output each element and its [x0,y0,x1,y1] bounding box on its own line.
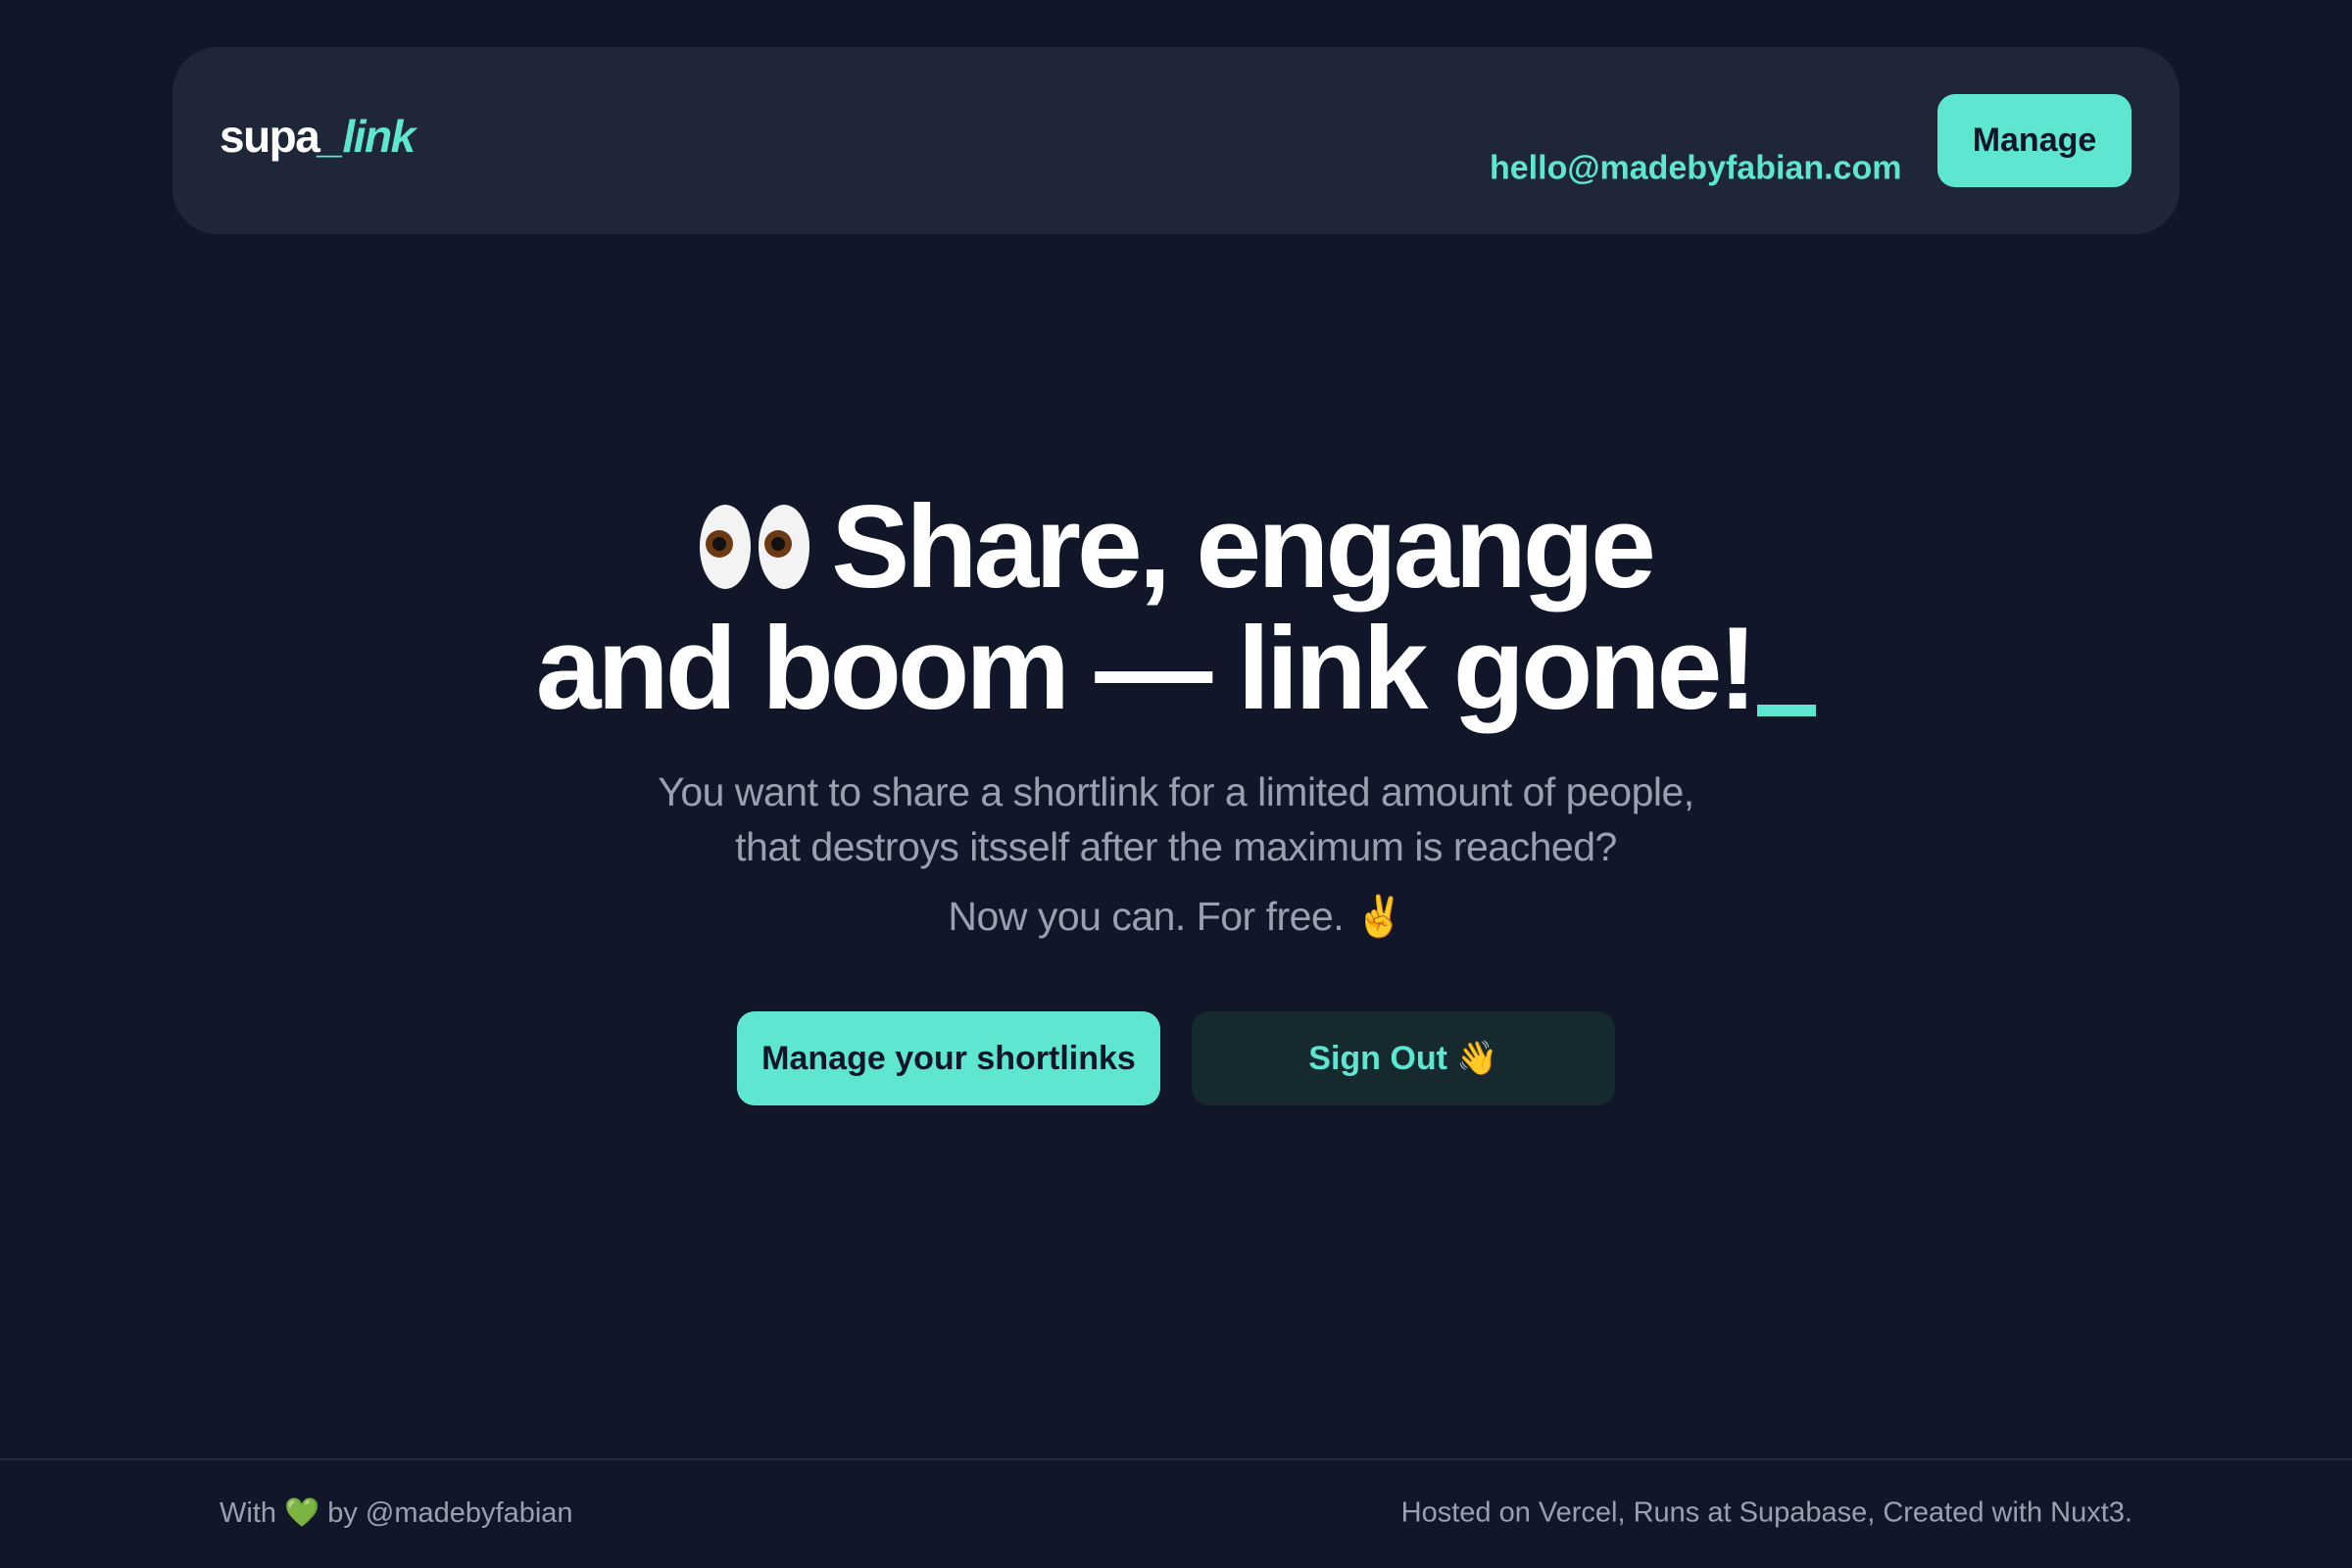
cursor-underscore [1757,705,1817,716]
footer-credit-prefix: With [220,1497,276,1529]
footer-credit: With 💚 by @madebyfabian [220,1496,573,1530]
sign-out-button[interactable]: Sign Out 👋 [1192,1011,1615,1105]
footer-credit-author[interactable]: by @madebyfabian [327,1497,572,1529]
manage-shortlinks-button[interactable]: Manage your shortlinks [737,1011,1160,1105]
hero-title-line-2: and boom — link gone! [0,608,2352,729]
hero-subtitle-line-2: that destroys itsself after the maximum … [735,824,1617,869]
logo-accent-text: _link [318,111,416,162]
eye-right [759,505,810,589]
eyes-icon [700,497,817,595]
logo[interactable]: supa_link [220,110,416,163]
footer-hosting-info: Hosted on Vercel, Runs at Supabase, Crea… [1400,1496,2132,1529]
contact-email-link[interactable]: hello@madebyfabian.com [1490,150,1901,188]
footer-divider [0,1458,2352,1460]
hero-subtitle-line-1: You want to share a shortlink for a limi… [658,769,1694,814]
hero-subtitle: You want to share a shortlink for a limi… [0,764,2352,874]
hero-title-text-1: Share, engange [831,481,1656,612]
hero-title: Share, engange and boom — link gone! [0,486,2352,729]
hero-title-line-1: Share, engange [0,486,2352,608]
hero-title-text-2: and boom — link gone! [535,603,1758,734]
manage-button[interactable]: Manage [1937,94,2132,187]
heart-icon: 💚 [284,1497,320,1529]
logo-main-text: supa [220,111,320,162]
page: supa_link hello@madebyfabian.com Manage … [0,0,2352,1568]
top-nav-bar: supa_link hello@madebyfabian.com Manage [172,47,2180,234]
hero-tagline: Now you can. For free. ✌️ [948,894,1404,939]
eye-left [700,505,752,589]
